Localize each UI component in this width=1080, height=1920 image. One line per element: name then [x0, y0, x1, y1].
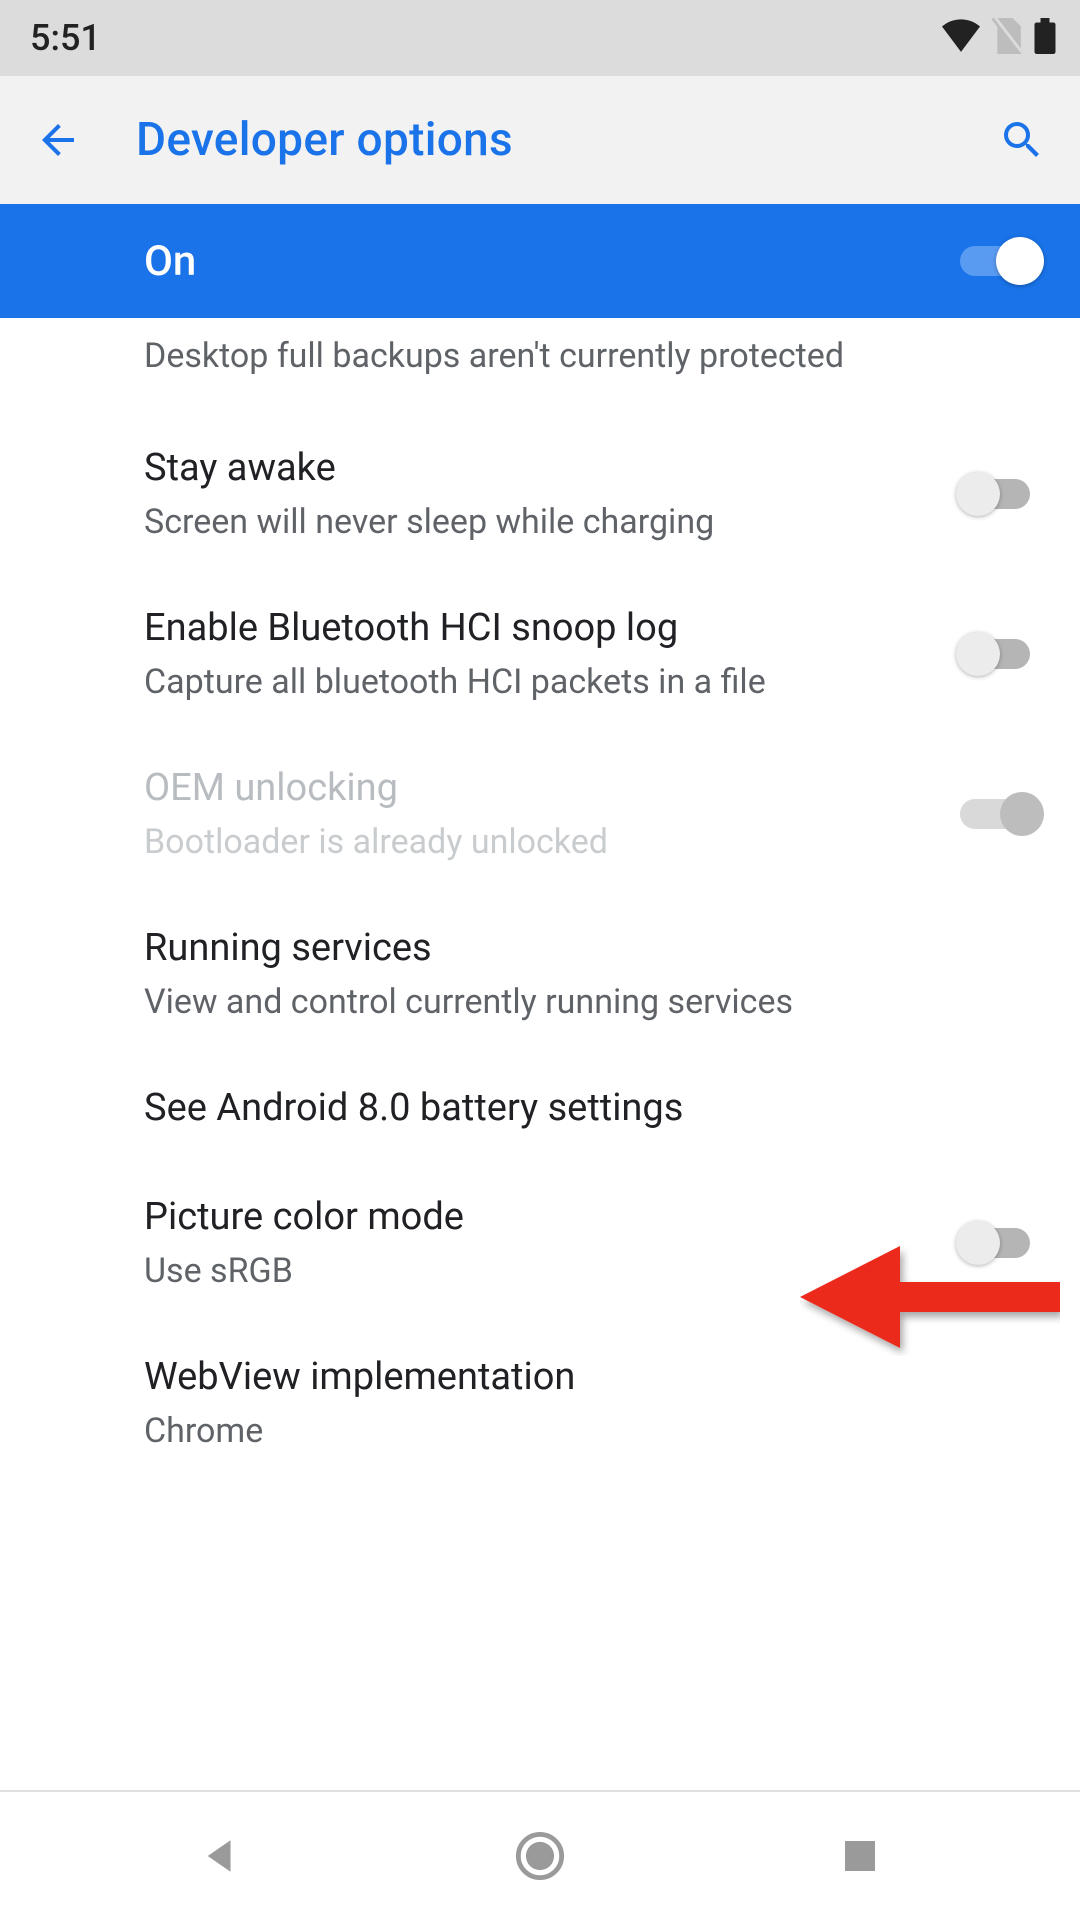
- setting-subtitle: Screen will never sleep while charging: [144, 501, 940, 544]
- setting-title: Picture color mode: [144, 1193, 940, 1242]
- master-toggle-switch[interactable]: [960, 239, 1040, 283]
- setting-title: WebView implementation: [144, 1353, 1020, 1402]
- search-icon: [998, 116, 1046, 164]
- picture-color-toggle[interactable]: [960, 1221, 1040, 1265]
- setting-webview-implementation[interactable]: WebView implementation Chrome: [144, 1325, 1040, 1485]
- page-title: Developer options: [136, 113, 994, 167]
- setting-subtitle: Use sRGB: [144, 1250, 940, 1293]
- master-toggle-label: On: [144, 237, 960, 286]
- app-bar: Developer options: [0, 76, 1080, 204]
- arrow-back-icon: [34, 116, 82, 164]
- settings-list: Desktop full backups aren't currently pr…: [0, 318, 1080, 1485]
- oem-unlock-toggle: [960, 792, 1040, 836]
- backup-password-subtitle: Desktop full backups aren't currently pr…: [144, 318, 1040, 416]
- master-toggle-row[interactable]: On: [0, 204, 1080, 318]
- status-icons: [942, 18, 1056, 58]
- setting-title: OEM unlocking: [144, 764, 940, 813]
- setting-android-8-battery[interactable]: See Android 8.0 battery settings: [144, 1056, 1040, 1165]
- circle-home-icon: [514, 1830, 566, 1882]
- bt-hci-toggle[interactable]: [960, 632, 1040, 676]
- setting-subtitle: Chrome: [144, 1410, 1020, 1453]
- navigation-bar: [0, 1792, 1080, 1920]
- stay-awake-toggle[interactable]: [960, 472, 1040, 516]
- setting-bt-hci-snoop[interactable]: Enable Bluetooth HCI snoop log Capture a…: [144, 576, 1040, 736]
- setting-subtitle: View and control currently running servi…: [144, 981, 1020, 1024]
- setting-subtitle: Bootloader is already unlocked: [144, 821, 940, 864]
- status-time: 5:51: [30, 17, 101, 59]
- nav-home-button[interactable]: [490, 1826, 590, 1886]
- setting-stay-awake[interactable]: Stay awake Screen will never sleep while…: [144, 416, 1040, 576]
- nav-back-button[interactable]: [170, 1826, 270, 1886]
- square-recents-icon: [840, 1836, 880, 1876]
- setting-title: See Android 8.0 battery settings: [144, 1084, 1020, 1133]
- status-bar: 5:51: [0, 0, 1080, 76]
- setting-title: Enable Bluetooth HCI snoop log: [144, 604, 940, 653]
- nav-recents-button[interactable]: [810, 1826, 910, 1886]
- search-button[interactable]: [994, 112, 1050, 168]
- setting-running-services[interactable]: Running services View and control curren…: [144, 896, 1040, 1056]
- battery-icon: [1034, 18, 1056, 58]
- triangle-back-icon: [199, 1833, 241, 1879]
- setting-subtitle: Capture all bluetooth HCI packets in a f…: [144, 661, 940, 704]
- setting-title: Stay awake: [144, 444, 940, 493]
- back-button[interactable]: [30, 112, 86, 168]
- setting-oem-unlocking: OEM unlocking Bootloader is already unlo…: [144, 736, 1040, 896]
- setting-picture-color-mode[interactable]: Picture color mode Use sRGB: [144, 1165, 1040, 1325]
- setting-title: Running services: [144, 924, 1020, 973]
- no-sim-icon: [992, 18, 1022, 58]
- wifi-icon: [942, 19, 980, 57]
